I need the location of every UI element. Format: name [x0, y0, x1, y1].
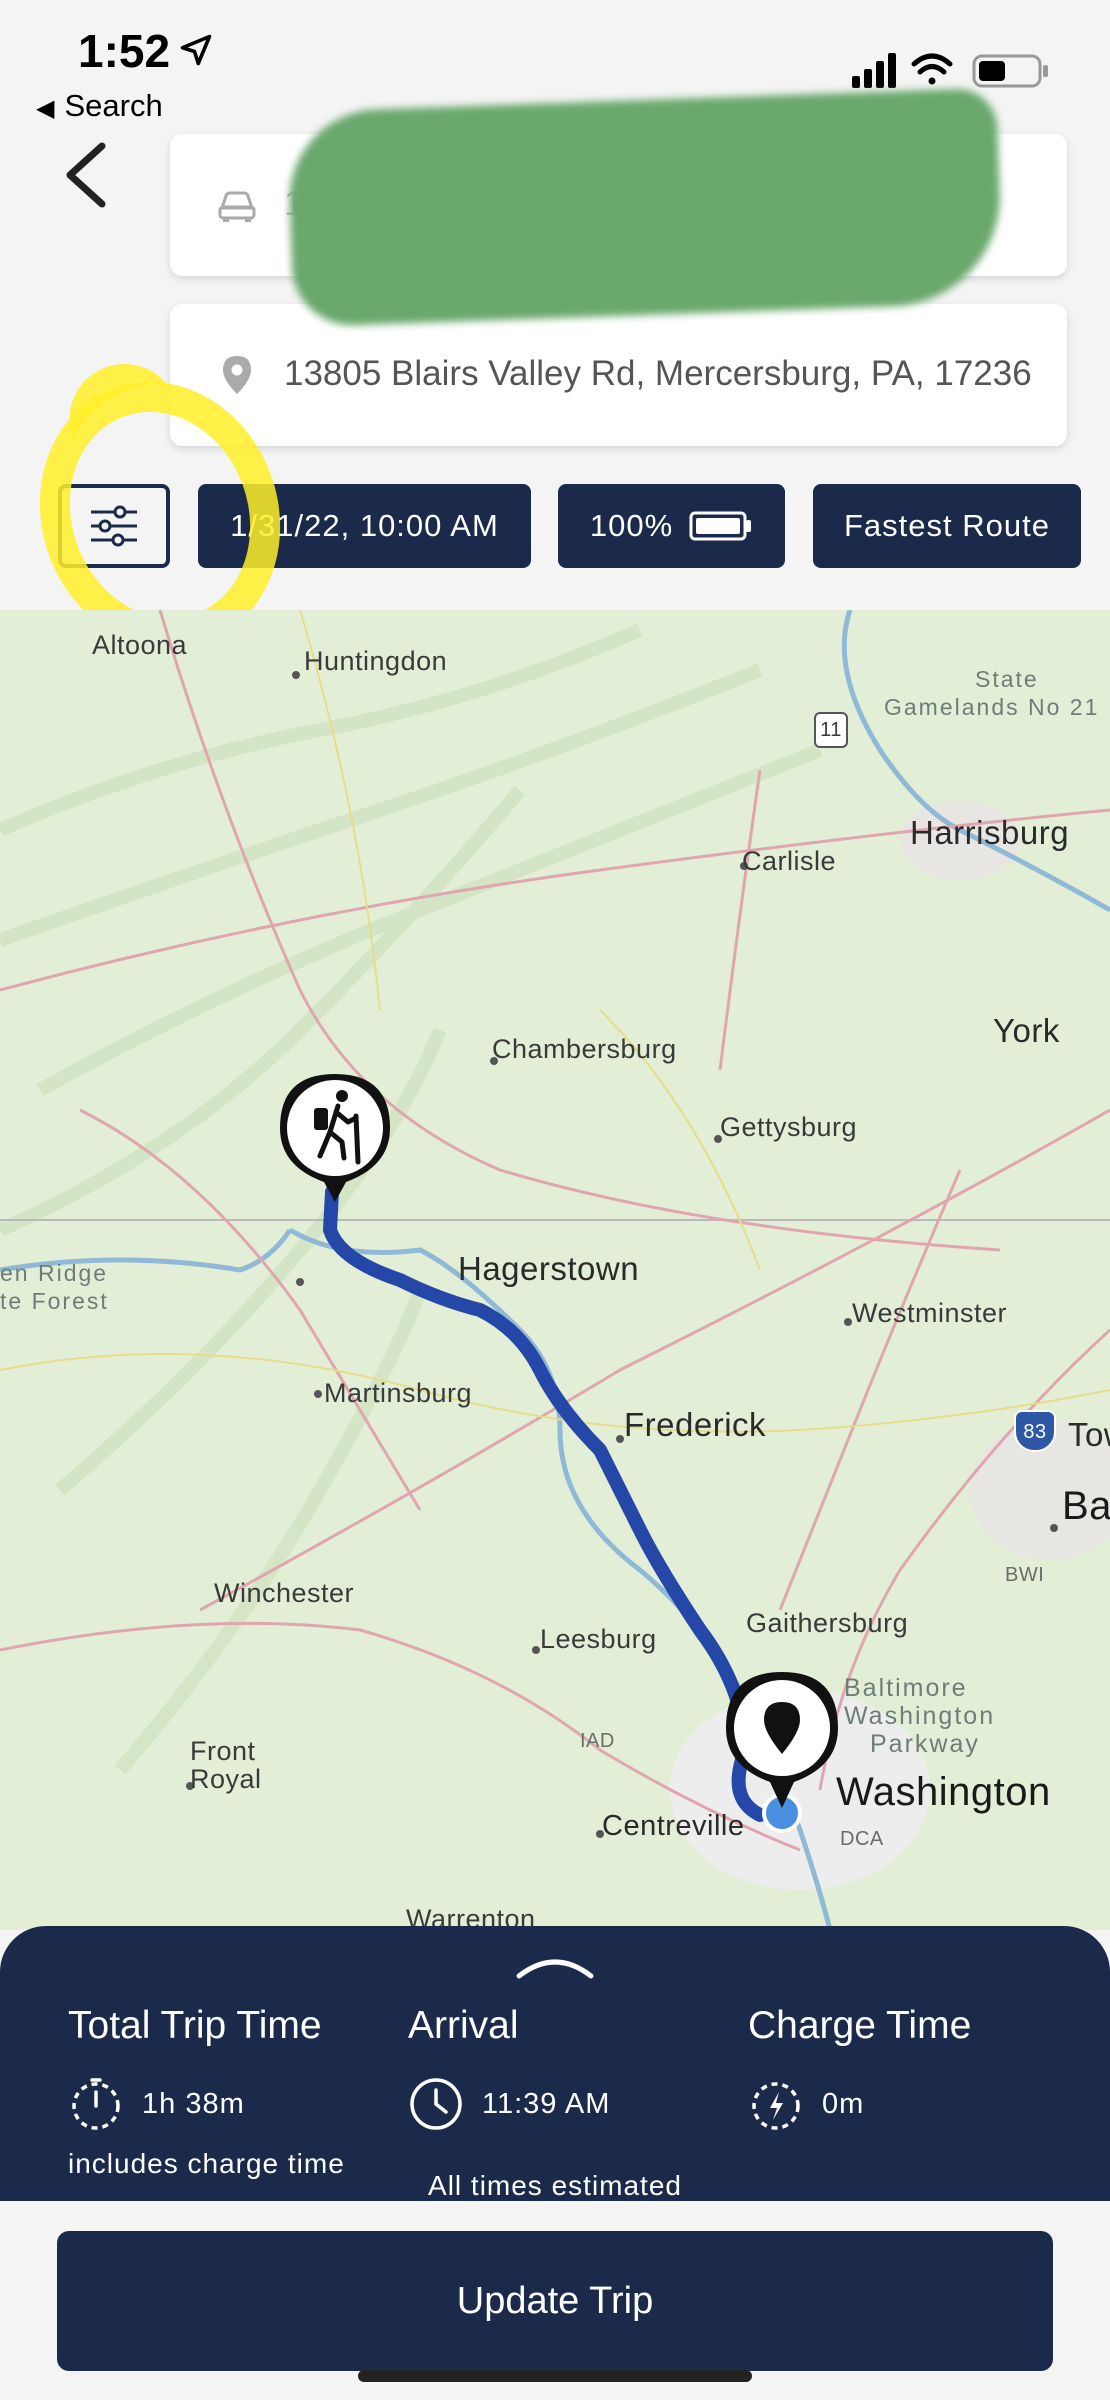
map-label-bw-parkway-1: Baltimore — [844, 1674, 968, 1702]
back-chevron-icon[interactable] — [56, 140, 116, 210]
charge-time-section: Charge Time 0m — [748, 2004, 971, 2132]
location-pin-icon — [223, 356, 251, 394]
map-label-iad: IAD — [580, 1730, 615, 1752]
map-label-carlisle: Carlisle — [742, 846, 837, 876]
map-label-frederick: Frederick — [624, 1406, 767, 1443]
battery-icon — [689, 511, 752, 541]
battery-level-button[interactable]: 100% — [558, 484, 785, 568]
map-label-state-gamelands-2: Gamelands No 21 — [884, 694, 1100, 720]
map-label-baltimore: Ba — [1062, 1484, 1110, 1528]
start-marker[interactable] — [274, 1070, 396, 1206]
wifi-icon — [911, 53, 953, 85]
back-triangle-icon: ◀ — [36, 95, 55, 122]
map-label-state-gamelands-1: State — [975, 666, 1039, 692]
map-label-york: York — [993, 1012, 1060, 1049]
map-label-harrisburg: Harrisburg — [910, 814, 1070, 851]
destination-marker[interactable] — [720, 1668, 844, 1818]
arrival-title: Arrival — [408, 2004, 519, 2047]
map-label-gettysburg: Gettysburg — [720, 1112, 858, 1142]
redaction-scribble — [286, 87, 1004, 328]
stopwatch-icon — [72, 2078, 120, 2130]
arrival-section: Arrival 11:39 AM — [408, 2004, 610, 2132]
map-label-altoona: Altoona — [92, 630, 188, 660]
route-type-button[interactable]: Fastest Route — [813, 484, 1081, 568]
map-label-front-royal-1: Front — [190, 1736, 256, 1766]
charge-time-title: Charge Time — [748, 2004, 972, 2047]
battery-level-label: 100% — [589, 508, 674, 543]
arrival-value: 11:39 AM — [482, 2087, 611, 2120]
estimate-footnote: All times estimated — [428, 2170, 682, 2201]
status-time: 1:52 — [78, 25, 171, 77]
total-trip-time-title: Total Trip Time — [68, 2004, 322, 2047]
map-label-dca: DCA — [840, 1828, 884, 1850]
update-trip-button[interactable]: Update Trip — [57, 2231, 1053, 2371]
map-label-front-royal-2: Royal — [190, 1764, 262, 1794]
total-trip-time-section: Total Trip Time 1h 38m includes charge t… — [68, 2004, 345, 2180]
map-label-bw-parkway-2: Washington — [844, 1702, 996, 1730]
map-label-green-ridge-2: te Forest — [0, 1288, 109, 1314]
expand-chevron-icon[interactable] — [515, 1950, 595, 1980]
map-label-green-ridge-1: en Ridge — [0, 1260, 109, 1286]
map-label-chambersburg: Chambersburg — [492, 1034, 677, 1064]
total-trip-time-value: 1h 38m — [142, 2087, 245, 2120]
cellular-signal-icon — [852, 53, 896, 88]
car-icon — [218, 191, 256, 222]
route-map[interactable]: Altoona Huntingdon State Gamelands No 21… — [0, 610, 1110, 1930]
map-label-bwi: BWI — [1005, 1564, 1045, 1586]
map-label-huntingdon: Huntingdon — [304, 646, 448, 676]
us-route-shield-icon: 11 — [814, 712, 848, 748]
map-label-gaithersburg: Gaithersburg — [746, 1608, 909, 1638]
map-label-leesburg: Leesburg — [540, 1624, 657, 1654]
map-label-bw-parkway-3: Parkway — [870, 1730, 980, 1758]
status-icons — [852, 50, 1062, 90]
map-label-westminster: Westminster — [852, 1298, 1008, 1328]
back-to-app-link[interactable]: ◀ Search — [36, 88, 163, 124]
trip-summary-panel: Total Trip Time 1h 38m includes charge t… — [0, 1926, 1110, 2201]
back-to-app-label: Search — [64, 88, 163, 123]
destination-field[interactable]: 13805 Blairs Valley Rd, Mercersburg, PA,… — [170, 304, 1067, 446]
destination-address-text: 13805 Blairs Valley Rd, Mercersburg, PA,… — [284, 354, 1032, 393]
home-indicator — [358, 2370, 752, 2382]
charge-time-value: 0m — [822, 2087, 865, 2120]
map-label-martinsburg: Martinsburg — [324, 1378, 473, 1408]
map-label-towson: Tow — [1068, 1416, 1110, 1453]
interstate-shield-icon: 83 — [1014, 1410, 1056, 1452]
map-label-winchester: Winchester — [214, 1578, 355, 1608]
clock-icon — [410, 2078, 462, 2130]
charging-timer-icon — [752, 2082, 800, 2130]
route-type-label: Fastest Route — [844, 508, 1050, 543]
location-arrow-icon — [180, 34, 212, 66]
map-label-hagerstown: Hagerstown — [458, 1250, 640, 1287]
map-label-washington: Washington — [836, 1770, 1051, 1814]
battery-status-icon — [972, 54, 1048, 88]
